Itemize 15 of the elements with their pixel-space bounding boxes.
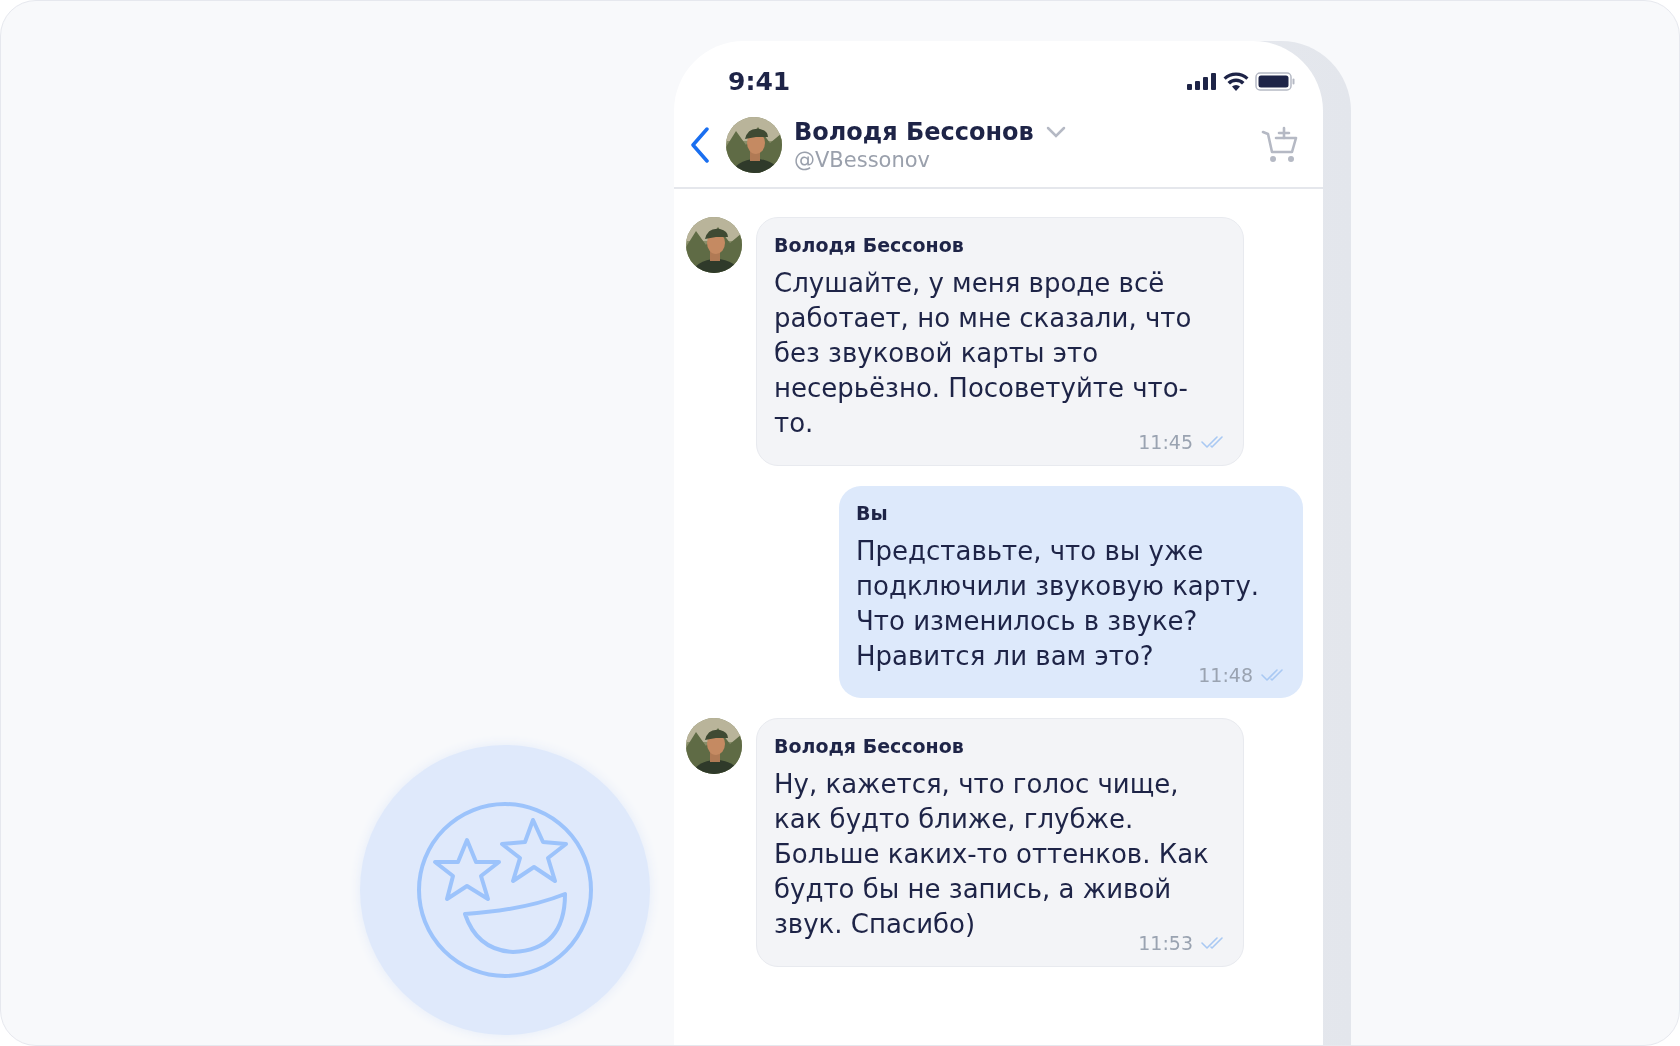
- double-check-icon: [1201, 936, 1225, 950]
- cart-plus-icon[interactable]: [1261, 126, 1299, 164]
- signal-icon: [1187, 72, 1217, 90]
- battery-icon: [1255, 71, 1295, 91]
- star-eyes-emoji-icon: [415, 800, 595, 980]
- double-check-icon: [1201, 435, 1225, 449]
- status-time: 9:41: [728, 66, 791, 96]
- sender-name: Володя Бессонов: [774, 234, 965, 256]
- contact-handle: @VBessonov: [794, 148, 931, 172]
- double-check-icon: [1261, 668, 1285, 682]
- dropdown-caret-icon[interactable]: [1045, 126, 1066, 138]
- sender-name: Вы: [856, 502, 889, 524]
- contact-name: Володя Бессонов: [794, 118, 1034, 146]
- wifi-icon: [1223, 71, 1249, 91]
- sender-name: Володя Бессонов: [774, 735, 965, 757]
